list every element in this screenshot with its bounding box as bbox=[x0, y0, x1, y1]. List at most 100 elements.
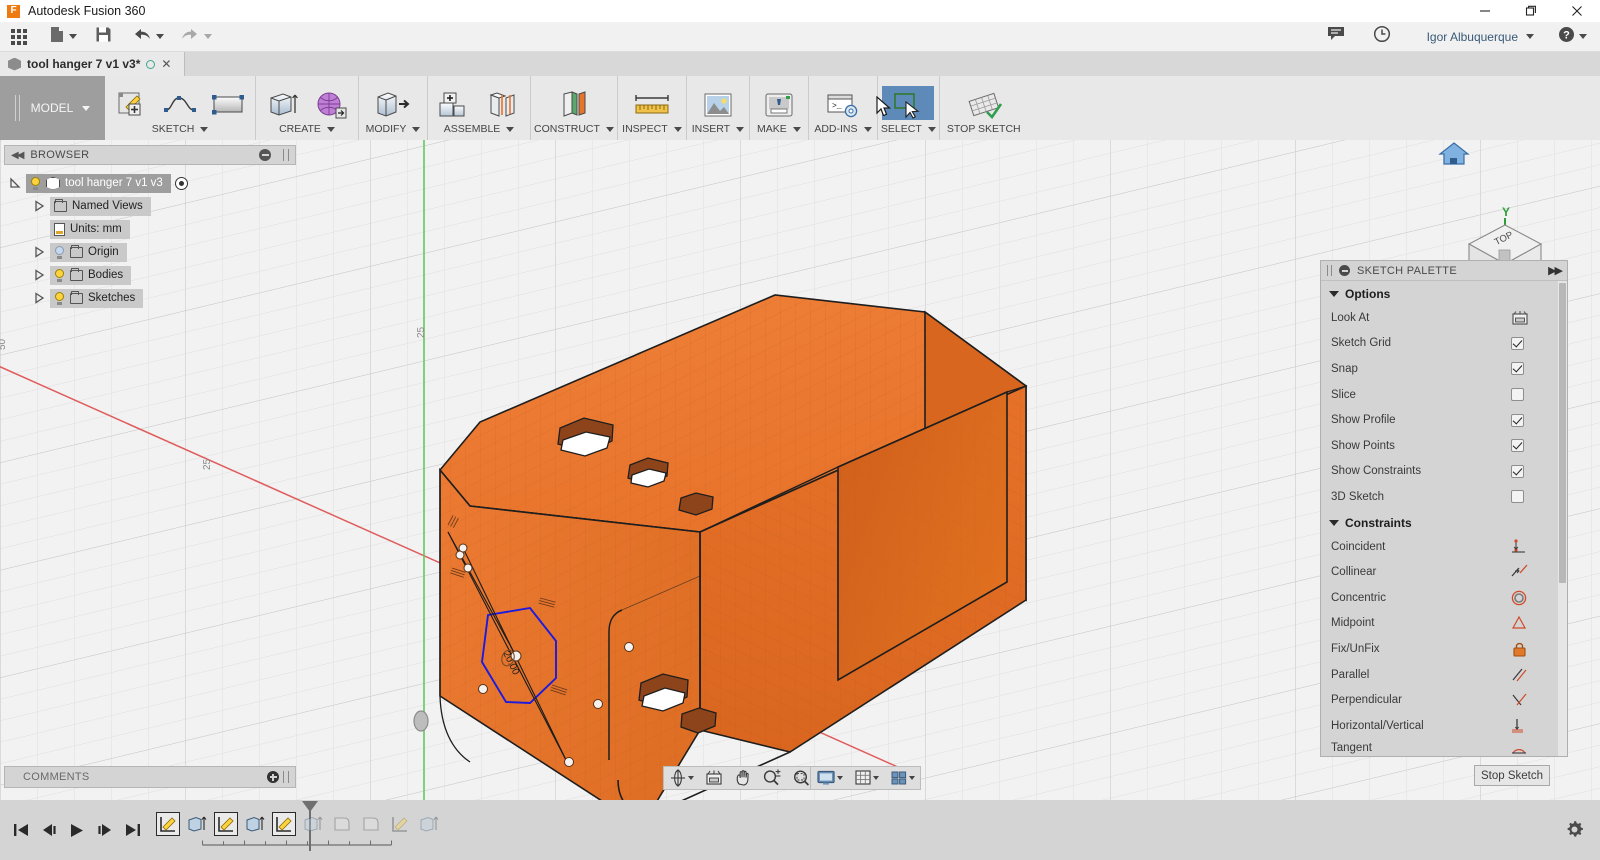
plus-circle-icon[interactable] bbox=[267, 771, 279, 783]
inspect-panel-label-wrap[interactable]: INSPECT bbox=[622, 123, 682, 135]
close-icon[interactable]: ✕ bbox=[161, 57, 171, 71]
workspace-switcher[interactable]: MODEL bbox=[0, 76, 105, 140]
spline-button[interactable] bbox=[156, 85, 204, 120]
timeline-feature-sketch-active[interactable] bbox=[272, 812, 296, 836]
insert-panel-label-wrap[interactable]: INSERT bbox=[692, 123, 745, 135]
browser-item-chip[interactable]: Origin bbox=[50, 242, 127, 262]
expand-toggle[interactable] bbox=[28, 292, 50, 304]
insert-image-button[interactable] bbox=[690, 85, 746, 120]
stop-sketch-ribbon-button[interactable] bbox=[943, 85, 1025, 120]
orbit-button[interactable] bbox=[667, 768, 696, 788]
palette-row-sketch-grid[interactable]: Sketch Grid bbox=[1321, 331, 1567, 357]
redo-button[interactable] bbox=[175, 22, 217, 52]
expand-toggle[interactable] bbox=[28, 269, 50, 281]
expand-toggle[interactable] bbox=[28, 246, 50, 258]
create-form-button[interactable] bbox=[307, 85, 355, 120]
timeline-feature-extrude[interactable] bbox=[417, 812, 441, 836]
palette-scrollbar[interactable] bbox=[1558, 281, 1567, 756]
go-to-end-button[interactable] bbox=[124, 821, 142, 839]
double-right-arrow-icon[interactable]: ▶▶ bbox=[1548, 264, 1563, 277]
palette-row-show-constraints[interactable]: Show Constraints bbox=[1321, 459, 1567, 485]
document-tab[interactable]: tool hanger 7 v1 v3* ✕ bbox=[0, 52, 185, 76]
offset-plane-button[interactable] bbox=[538, 85, 610, 120]
timeline-marker[interactable] bbox=[302, 801, 318, 851]
press-pull-button[interactable] bbox=[362, 85, 424, 120]
assemble-panel-label-wrap[interactable]: ASSEMBLE bbox=[444, 123, 515, 135]
app-grid-button[interactable] bbox=[6, 22, 32, 52]
comments-panel[interactable]: COMMENTS bbox=[4, 766, 296, 788]
save-button[interactable] bbox=[90, 22, 117, 52]
step-back-button[interactable] bbox=[40, 821, 58, 839]
palette-row-slice[interactable]: Slice bbox=[1321, 382, 1567, 408]
timeline-feature-extrude[interactable] bbox=[243, 812, 267, 836]
options-section-header[interactable]: Options bbox=[1321, 281, 1567, 305]
palette-row-show-points[interactable]: Show Points bbox=[1321, 433, 1567, 459]
create-panel-label-wrap[interactable]: CREATE bbox=[279, 123, 335, 135]
show-profile-checkbox[interactable] bbox=[1511, 413, 1524, 427]
display-settings-button[interactable] bbox=[814, 768, 845, 788]
browser-item-named-views[interactable]: Named Views bbox=[4, 196, 296, 216]
minimize-button[interactable] bbox=[1462, 0, 1508, 22]
user-menu[interactable]: Igor Albuquerque bbox=[1418, 22, 1539, 52]
visibility-bulb-icon[interactable] bbox=[30, 176, 41, 190]
browser-item-origin[interactable]: Origin bbox=[4, 242, 296, 262]
palette-row-collinear[interactable]: Collinear bbox=[1321, 559, 1567, 585]
browser-item-bodies[interactable]: Bodies bbox=[4, 265, 296, 285]
browser-item-chip[interactable]: Sketches bbox=[50, 288, 144, 308]
timeline-feature-fillet[interactable] bbox=[359, 812, 383, 836]
grid-snaps-button[interactable] bbox=[852, 768, 881, 788]
browser-item-chip[interactable]: Named Views bbox=[50, 196, 151, 216]
palette-row-coincident[interactable]: Coincident bbox=[1321, 534, 1567, 560]
palette-grip[interactable] bbox=[1327, 265, 1332, 276]
stop-sketch-floating-button[interactable]: Stop Sketch bbox=[1474, 765, 1550, 786]
browser-item-chip[interactable]: Bodies bbox=[50, 265, 132, 285]
timeline-feature-sketch[interactable] bbox=[214, 812, 238, 836]
timeline-feature-sketch[interactable] bbox=[156, 812, 180, 836]
double-left-arrow-icon[interactable]: ◀◀ bbox=[11, 150, 24, 161]
play-button[interactable] bbox=[68, 821, 86, 839]
new-document-button[interactable] bbox=[44, 22, 82, 52]
stop-sketch-panel-label-wrap[interactable]: STOP SKETCH bbox=[947, 123, 1021, 135]
timeline-feature-extrude[interactable] bbox=[301, 812, 325, 836]
expand-toggle[interactable] bbox=[28, 200, 50, 212]
timeline-feature-fillet[interactable] bbox=[330, 812, 354, 836]
close-button[interactable] bbox=[1554, 0, 1600, 22]
extrude-button[interactable] bbox=[259, 85, 307, 120]
slice-checkbox[interactable] bbox=[1511, 388, 1524, 402]
timeline-settings-button[interactable] bbox=[1565, 820, 1584, 844]
timeline-feature-sketch[interactable] bbox=[388, 812, 412, 836]
activate-component-radio[interactable] bbox=[174, 176, 188, 190]
go-to-beginning-button[interactable] bbox=[12, 821, 30, 839]
browser-root-chip[interactable]: tool hanger 7 v1 v3 bbox=[26, 173, 171, 193]
modify-panel-label-wrap[interactable]: MODIFY bbox=[366, 123, 421, 135]
new-component-button[interactable] bbox=[431, 85, 479, 120]
addins-panel-label-wrap[interactable]: ADD-INS bbox=[814, 123, 872, 135]
visibility-bulb-icon[interactable] bbox=[54, 245, 65, 259]
browser-root-node[interactable]: tool hanger 7 v1 v3 bbox=[4, 173, 296, 193]
3d-print-button[interactable] bbox=[753, 85, 805, 120]
comments-resize-grip[interactable] bbox=[283, 771, 289, 783]
browser-item-units[interactable]: Units: mm bbox=[4, 219, 296, 239]
palette-row-parallel[interactable]: Parallel bbox=[1321, 662, 1567, 688]
expand-toggle[interactable] bbox=[4, 177, 26, 189]
make-panel-label-wrap[interactable]: MAKE bbox=[757, 123, 801, 135]
snap-checkbox[interactable] bbox=[1511, 362, 1524, 376]
undo-button[interactable] bbox=[127, 22, 169, 52]
palette-row-fix-unfix[interactable]: Fix/UnFix bbox=[1321, 636, 1567, 662]
look-at-nav-button[interactable] bbox=[702, 768, 726, 788]
show-constraints-checkbox[interactable] bbox=[1511, 464, 1524, 478]
minus-circle-icon[interactable] bbox=[1339, 265, 1350, 276]
3d-sketch-checkbox[interactable] bbox=[1511, 490, 1524, 504]
pan-button[interactable] bbox=[732, 768, 754, 788]
palette-row-midpoint[interactable]: Midpoint bbox=[1321, 611, 1567, 637]
palette-row-show-profile[interactable]: Show Profile bbox=[1321, 407, 1567, 433]
palette-row-3d-sketch[interactable]: 3D Sketch bbox=[1321, 484, 1567, 510]
select-panel-label-wrap[interactable]: SELECT bbox=[881, 123, 936, 135]
palette-row-horizontal-vertical[interactable]: Horizontal/Vertical bbox=[1321, 713, 1567, 739]
sketch-panel-label-wrap[interactable]: SKETCH bbox=[152, 123, 209, 135]
visibility-bulb-icon[interactable] bbox=[54, 291, 65, 305]
timeline-feature-extrude[interactable] bbox=[185, 812, 209, 836]
constraints-section-header[interactable]: Constraints bbox=[1321, 510, 1567, 534]
joint-button[interactable] bbox=[479, 85, 527, 120]
history-button[interactable] bbox=[1368, 22, 1396, 52]
